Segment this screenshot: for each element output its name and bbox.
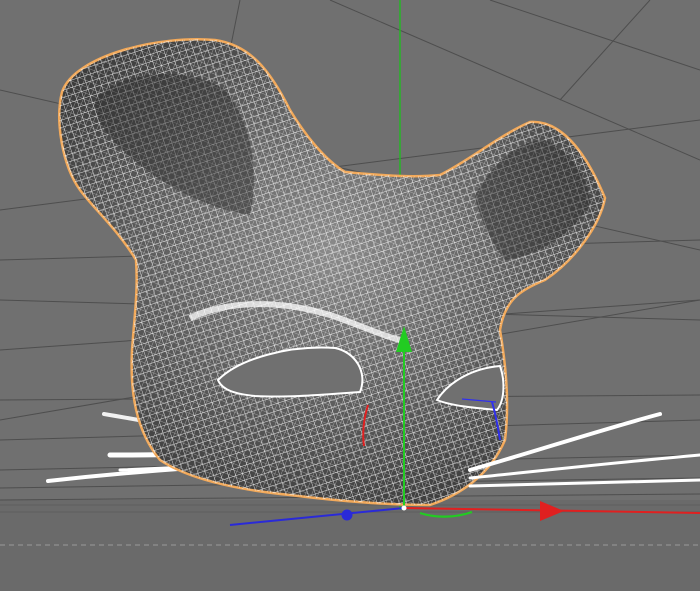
3d-viewport[interactable] [0,0,700,591]
viewport-canvas[interactable] [0,0,700,591]
gizmo-origin[interactable] [401,505,407,511]
move-handle-z-icon[interactable] [341,509,353,521]
